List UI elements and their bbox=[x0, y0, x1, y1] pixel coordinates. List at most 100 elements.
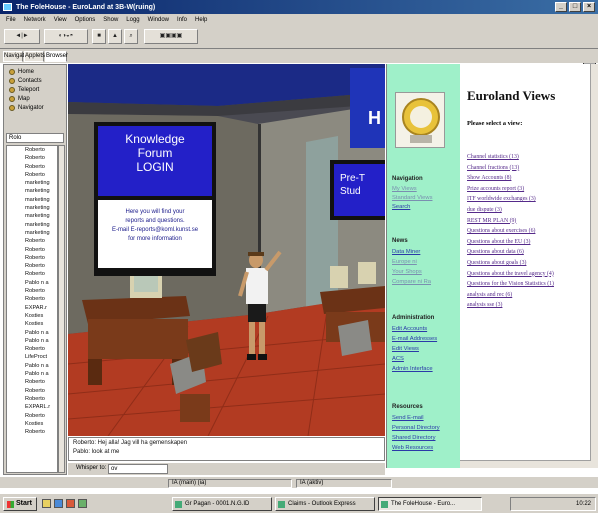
user-list-item[interactable]: Roberto bbox=[7, 254, 57, 262]
left-nav-contacts[interactable]: Contacts bbox=[6, 76, 64, 85]
user-list-item[interactable]: Pablo n a bbox=[7, 337, 57, 345]
resource-link[interactable]: Web Resources bbox=[392, 445, 433, 451]
start-button[interactable]: Start bbox=[3, 497, 37, 511]
left-nav-teleport[interactable]: Teleport bbox=[6, 85, 64, 94]
view-link[interactable]: Questions about exercises (6) bbox=[467, 228, 535, 234]
menu-logg[interactable]: Logg bbox=[126, 17, 139, 23]
back-forward-button[interactable]: ◄|► bbox=[4, 29, 40, 44]
user-list-item[interactable]: marketing bbox=[7, 221, 57, 229]
user-list-item[interactable]: Roberto bbox=[7, 262, 57, 270]
user-list-item[interactable]: marketing bbox=[7, 196, 57, 204]
left-nav-navigator[interactable]: Navigator bbox=[6, 103, 64, 112]
news-link[interactable]: Europe ni bbox=[392, 259, 417, 265]
user-list-item[interactable]: Roberto bbox=[7, 387, 57, 395]
user-list-item[interactable]: Pablo n a bbox=[7, 329, 57, 337]
view-link[interactable]: Prize accounts report (3) bbox=[467, 186, 524, 192]
view-link[interactable]: Questions about the travel agency (4) bbox=[467, 271, 554, 277]
resource-link[interactable]: Send E-mail bbox=[392, 415, 424, 421]
task-button[interactable]: Gr Pagan - 0001.N.G.ID bbox=[172, 497, 272, 511]
chat-input[interactable]: ov bbox=[108, 464, 168, 474]
browser-vertical-scrollbar[interactable] bbox=[590, 64, 598, 468]
close-icon[interactable]: × bbox=[583, 2, 595, 12]
user-list-item[interactable]: Roberto bbox=[7, 345, 57, 353]
quicklaunch-mail-icon[interactable] bbox=[66, 499, 75, 508]
user-list-item[interactable]: marketing bbox=[7, 204, 57, 212]
tab-navigator[interactable]: Navigator bbox=[3, 51, 30, 62]
user-list-item[interactable]: EXPAR.r bbox=[7, 304, 57, 312]
view-link[interactable]: Questions about goals (3) bbox=[467, 260, 526, 266]
user-list-scrollbar[interactable] bbox=[58, 145, 65, 473]
menu-help[interactable]: Help bbox=[195, 17, 207, 23]
admin-link[interactable]: Admin Interface bbox=[392, 366, 433, 372]
user-list[interactable]: Roberto Roberto Roberto Roberto marketing mar… bbox=[6, 145, 58, 473]
user-list-item[interactable]: Roberto bbox=[7, 146, 57, 154]
user-list-item[interactable]: EXPARL.r bbox=[7, 403, 57, 411]
user-list-item[interactable]: Roberto bbox=[7, 412, 57, 420]
user-list-item[interactable]: Pablo n a bbox=[7, 362, 57, 370]
menu-info[interactable]: Info bbox=[177, 17, 187, 23]
user-list-item[interactable]: LifeProct bbox=[7, 353, 57, 361]
nav-link-standard-views[interactable]: Standard Views bbox=[392, 195, 433, 201]
view-link[interactable]: Show Accounts (8) bbox=[467, 175, 511, 181]
user-list-item[interactable]: Roberto bbox=[7, 237, 57, 245]
view-link[interactable]: Channel fractions (13) bbox=[467, 165, 519, 171]
menu-file[interactable]: File bbox=[6, 17, 16, 23]
news-link[interactable]: Your Shops bbox=[392, 269, 422, 275]
nav-link-my-views[interactable]: My Views bbox=[392, 186, 417, 192]
menu-network[interactable]: Network bbox=[24, 17, 46, 23]
left-nav-home[interactable]: Home bbox=[6, 67, 64, 76]
user-list-item[interactable]: Kosties bbox=[7, 312, 57, 320]
quicklaunch-browser-icon[interactable] bbox=[54, 499, 63, 508]
walk-button[interactable]: ▲ bbox=[108, 29, 122, 44]
resource-link[interactable]: Personal Directory bbox=[392, 425, 440, 431]
user-list-item[interactable]: Kosties bbox=[7, 320, 57, 328]
user-list-item[interactable]: Roberto bbox=[7, 395, 57, 403]
view-link[interactable]: Questions about data (6) bbox=[467, 249, 524, 255]
tab-applets[interactable]: Applets bbox=[24, 51, 45, 62]
user-list-item[interactable]: Pablo n a bbox=[7, 370, 57, 378]
user-list-item[interactable]: Roberto bbox=[7, 295, 57, 303]
resource-link[interactable]: Shared Directory bbox=[392, 435, 436, 441]
view-link[interactable]: analysis and rec (6) bbox=[467, 292, 512, 298]
pre-training-sign[interactable]: Pre-T Stud bbox=[330, 160, 385, 220]
task-button-active[interactable]: The FoleHouse - Euro... bbox=[378, 497, 482, 511]
user-list-item[interactable]: marketing bbox=[7, 187, 57, 195]
view-link[interactable]: REST MR PLAN (9) bbox=[467, 218, 516, 224]
user-list-item[interactable]: Roberto bbox=[7, 154, 57, 162]
knowledge-forum-sign[interactable]: Knowledge Forum LOGIN Here you will find… bbox=[94, 122, 216, 276]
quicklaunch-folder-icon[interactable] bbox=[42, 499, 51, 508]
view-link[interactable]: Questions about the EU (3) bbox=[467, 239, 530, 245]
user-list-item[interactable]: Kosties bbox=[7, 420, 57, 428]
browser-horizontal-scrollbar[interactable] bbox=[460, 460, 591, 468]
user-list-item[interactable]: marketing bbox=[7, 179, 57, 187]
view-mode-buttons[interactable]: ◐◑◒◓ bbox=[44, 29, 88, 44]
menu-window[interactable]: Window bbox=[148, 17, 169, 23]
menu-view[interactable]: View bbox=[54, 17, 67, 23]
admin-link[interactable]: ACS bbox=[392, 356, 404, 362]
user-list-item[interactable]: Roberto bbox=[7, 270, 57, 278]
left-nav-map[interactable]: Map bbox=[6, 94, 64, 103]
user-list-item[interactable]: Pablo n a bbox=[7, 279, 57, 287]
maximize-icon[interactable]: □ bbox=[569, 2, 581, 12]
view-link[interactable]: Channel statistics (13) bbox=[467, 154, 519, 160]
user-list-item[interactable]: Roberto bbox=[7, 246, 57, 254]
tab-browser[interactable]: Browser bbox=[45, 51, 68, 62]
camera-buttons[interactable]: ▣▣▣▣ bbox=[144, 29, 198, 44]
user-list-item[interactable]: Roberto bbox=[7, 163, 57, 171]
user-list-item[interactable]: Roberto bbox=[7, 428, 57, 436]
view-link[interactable]: analysis sse (3) bbox=[467, 302, 502, 308]
user-list-item[interactable]: Roberto bbox=[7, 287, 57, 295]
admin-link[interactable]: E-mail Addresses bbox=[392, 336, 437, 342]
stop-button[interactable]: ■ bbox=[92, 29, 106, 44]
view-link[interactable]: ITF worldwide exchanges (3) bbox=[467, 196, 536, 202]
user-list-item[interactable]: marketing bbox=[7, 212, 57, 220]
user-list-item[interactable]: Roberto bbox=[7, 171, 57, 179]
menu-options[interactable]: Options bbox=[75, 17, 96, 23]
view-link[interactable]: due dispute (3) bbox=[467, 207, 502, 213]
minimize-icon[interactable]: _ bbox=[555, 2, 567, 12]
news-link[interactable]: Compare ni Ra bbox=[392, 279, 431, 285]
task-button[interactable]: Claims - Outlook Express bbox=[275, 497, 375, 511]
quicklaunch-app-icon[interactable] bbox=[78, 499, 87, 508]
view-link[interactable]: Questions for the Vision Statistics (1) bbox=[467, 281, 554, 287]
list-filter-select[interactable]: Rolo bbox=[6, 133, 64, 143]
